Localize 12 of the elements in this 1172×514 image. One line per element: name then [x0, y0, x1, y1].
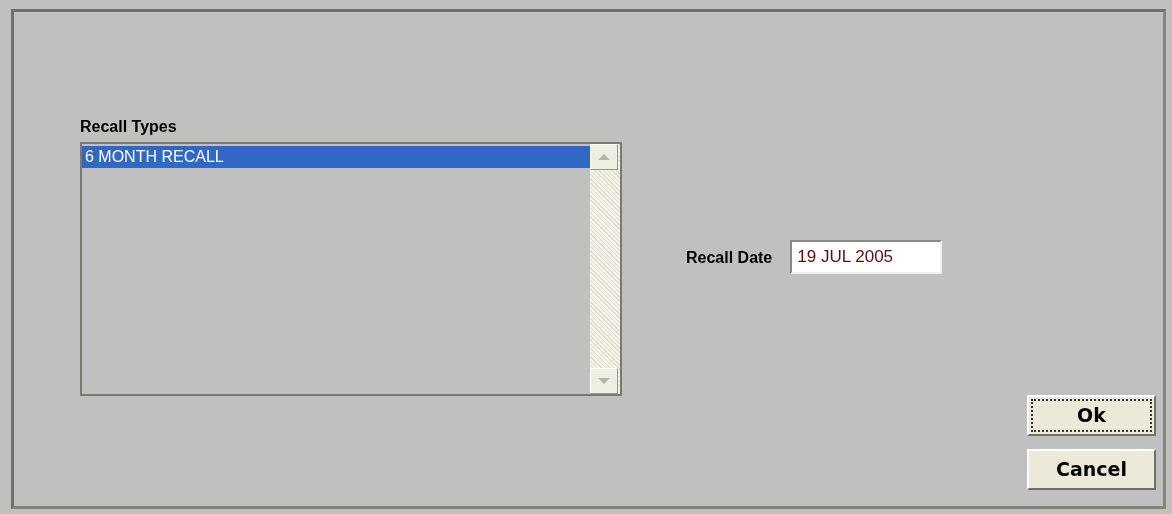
cancel-button[interactable]: Cancel: [1027, 449, 1156, 490]
scroll-up-button[interactable]: [590, 144, 618, 170]
recall-date-label: Recall Date: [686, 247, 773, 267]
list-item[interactable]: 6 MONTH RECALL: [82, 146, 590, 168]
up-arrow-icon: [598, 154, 610, 160]
recall-types-list[interactable]: 6 MONTH RECALL: [80, 142, 622, 396]
scroll-down-button[interactable]: [590, 368, 618, 394]
recall-types-label: Recall Types: [80, 117, 178, 136]
ok-button[interactable]: Ok: [1027, 395, 1156, 436]
scrollbar[interactable]: [590, 144, 620, 394]
down-arrow-icon: [598, 378, 610, 384]
recall-date-field[interactable]: 19 JUL 2005: [790, 240, 943, 274]
